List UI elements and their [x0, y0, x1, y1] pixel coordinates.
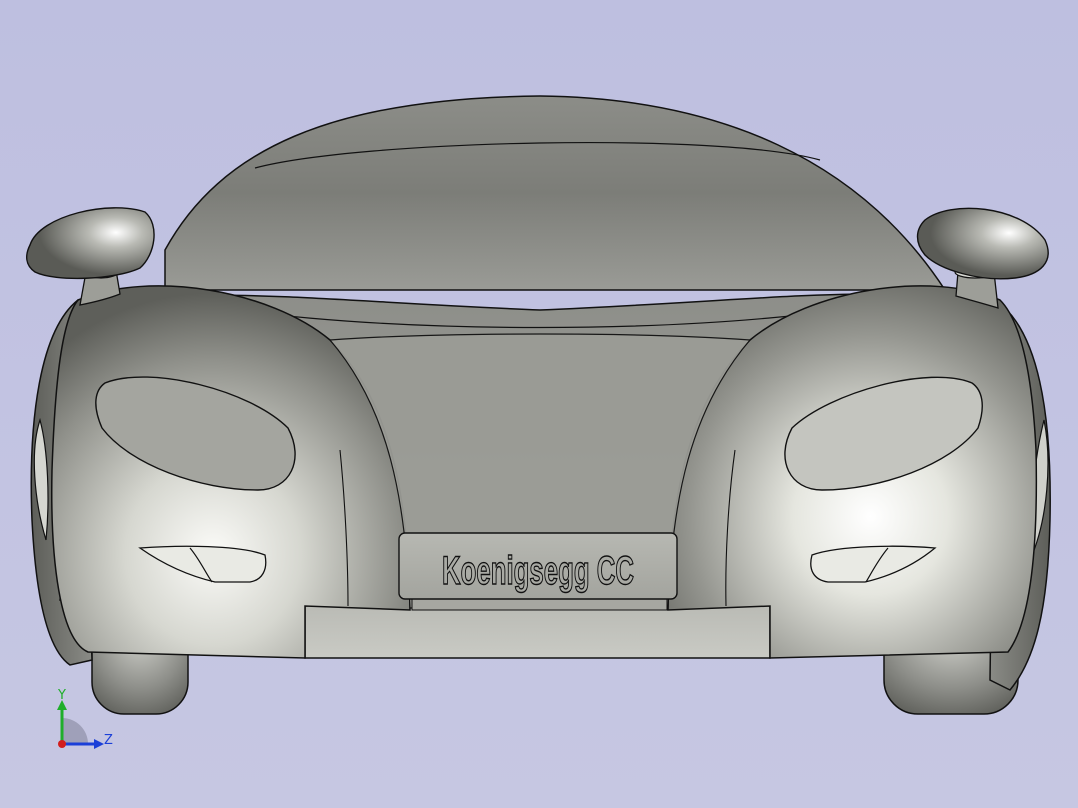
triad-z-arrow	[94, 739, 104, 749]
roof-dome	[164, 95, 947, 291]
triad-x-origin	[58, 740, 66, 748]
mirror-left	[26, 207, 155, 280]
mirror-right	[916, 207, 1049, 280]
triad-arc	[62, 718, 88, 744]
triad-y-label: Y	[57, 688, 66, 703]
plate-text: Koenigsegg CC	[442, 549, 634, 593]
license-plate: Koenigsegg CC	[398, 532, 678, 611]
triad-z-label: Z	[104, 733, 113, 748]
cad-viewport[interactable]: Koenigsegg CC Y Z	[0, 0, 1078, 808]
